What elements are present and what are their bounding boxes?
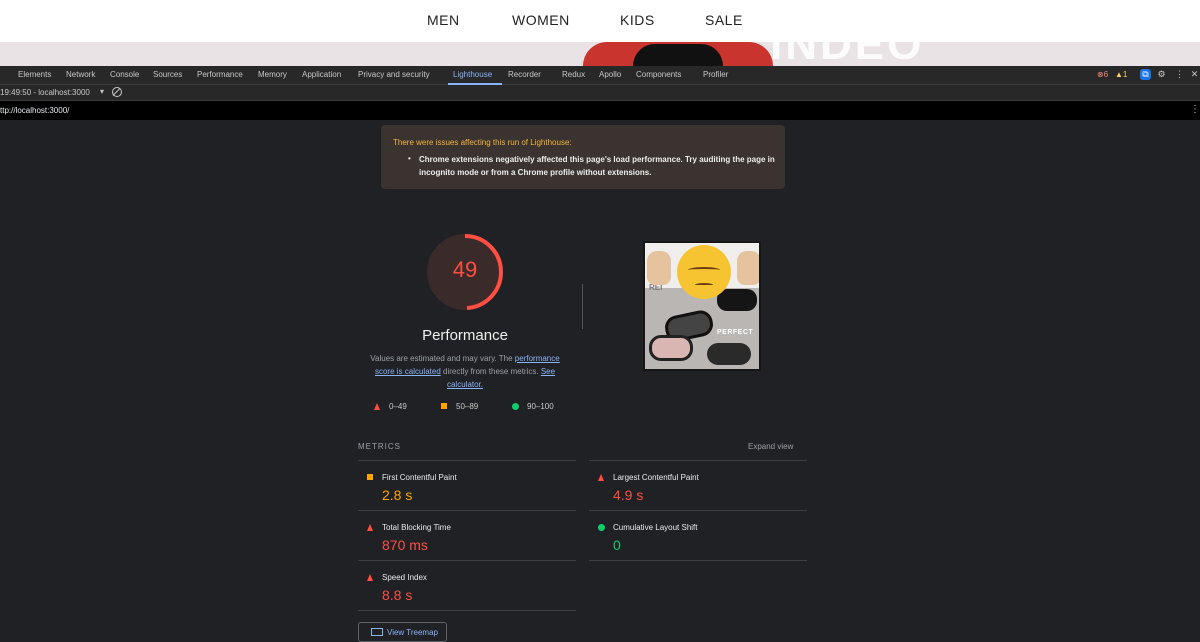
metric-speed-index: Speed Index 8.8 s [358, 562, 576, 612]
nav-link-women[interactable]: WOMEN [512, 12, 570, 28]
triangle-icon [598, 474, 604, 481]
chevron-down-icon[interactable]: ▾ [100, 87, 104, 96]
metrics-divider [358, 610, 576, 611]
tab-elements[interactable]: Elements [18, 70, 51, 79]
tab-privacy-security[interactable]: Privacy and security [358, 70, 430, 79]
legend-label: 90–100 [527, 402, 554, 411]
tab-performance[interactable]: Performance [197, 70, 243, 79]
warning-count-badge[interactable]: ▲1 [1115, 70, 1127, 79]
square-icon [367, 474, 373, 480]
tab-apollo[interactable]: Apollo [599, 70, 621, 79]
devtools-tab-bar: Elements Network Console Sources Perform… [0, 66, 1200, 85]
report-selector[interactable]: 19:49:50 - localhost:3000 [0, 88, 90, 97]
circle-icon [598, 524, 605, 531]
square-icon [441, 403, 447, 409]
thumbnail-brand-text: PERFECT [717, 329, 754, 336]
metric-value: 8.8 s [382, 587, 413, 603]
bullet-icon: • [408, 154, 411, 163]
vertical-divider [582, 284, 583, 329]
warning-item: Chrome extensions negatively affected th… [419, 155, 775, 177]
legend-label: 50–89 [456, 402, 479, 411]
desc-text-1: Values are estimated and may vary. The [370, 354, 513, 363]
metric-tbt: Total Blocking Time 870 ms [358, 512, 576, 562]
raised-hand-icon [737, 251, 759, 285]
metric-cls: Cumulative Layout Shift 0 [589, 512, 807, 562]
hero-banner: INDEO [0, 42, 1200, 66]
sunglasses-image [649, 335, 693, 361]
face-eyes [688, 267, 720, 273]
more-menu-icon[interactable]: ⋮ [1174, 69, 1185, 80]
desc-text-2: directly from these metrics. [443, 367, 539, 376]
performance-title: Performance [422, 327, 508, 344]
tab-redux[interactable]: Redux [562, 70, 585, 79]
warning-title: There were issues affecting this run of … [393, 138, 572, 147]
extension-icon[interactable]: ⧉ [1140, 69, 1151, 80]
tab-profiler[interactable]: Profiler [703, 70, 728, 79]
metrics-divider [589, 510, 807, 511]
metrics-header: METRICS [358, 442, 401, 451]
metric-value: 870 ms [382, 537, 428, 553]
treemap-icon [371, 628, 383, 636]
warning-box: There were issues affecting this run of … [381, 125, 785, 189]
lighthouse-toolbar: 19:49:50 - localhost:3000 ▾ [0, 85, 1200, 101]
metric-value: 2.8 s [382, 487, 413, 503]
face-mouth [695, 283, 713, 287]
sunglasses-image [707, 343, 751, 365]
metric-value: 4.9 s [613, 487, 644, 503]
error-count-badge[interactable]: ⊗6 [1097, 70, 1108, 79]
close-icon[interactable]: ✕ [1189, 69, 1200, 80]
hero-text: INDEO [770, 42, 924, 66]
performance-score: 49 [452, 257, 478, 282]
nav-link-kids[interactable]: KIDS [620, 12, 655, 28]
tab-console[interactable]: Console [110, 70, 139, 79]
metric-name: Total Blocking Time [382, 523, 451, 532]
site-nav: MEN WOMEN KIDS SALE [0, 0, 1200, 42]
triangle-icon [374, 403, 380, 410]
report-url-bar: ttp://localhost:3000/ ⋮ [0, 101, 1200, 120]
metric-name: Largest Contentful Paint [613, 473, 699, 482]
score-description: Values are estimated and may vary. The p… [362, 352, 568, 391]
tab-lighthouse[interactable]: Lighthouse [453, 70, 492, 79]
triangle-icon [367, 524, 373, 531]
view-treemap-button[interactable]: View Treemap [358, 622, 447, 642]
clear-reports-icon[interactable] [112, 87, 122, 97]
sunglasses-image [717, 289, 757, 311]
raised-hand-icon [647, 251, 671, 285]
metrics-divider [358, 460, 576, 461]
triangle-icon [367, 574, 373, 581]
warning-count: 1 [1122, 70, 1128, 79]
nav-link-sale[interactable]: SALE [705, 12, 743, 28]
metrics-divider [589, 460, 807, 461]
nav-link-men[interactable]: MEN [427, 12, 460, 28]
tab-application[interactable]: Application [302, 70, 341, 79]
metrics-divider [358, 510, 576, 511]
metric-lcp: Largest Contentful Paint 4.9 s [589, 462, 807, 512]
metric-name: First Contentful Paint [382, 473, 457, 482]
legend-label: 0–49 [389, 402, 407, 411]
treemap-label: View Treemap [387, 628, 438, 637]
relieved-face-icon [677, 245, 731, 299]
metric-value: 0 [613, 537, 621, 553]
gear-icon[interactable]: ⚙ [1156, 69, 1167, 80]
metric-fcp: First Contentful Paint 2.8 s [358, 462, 576, 512]
metric-name: Cumulative Layout Shift [613, 523, 698, 532]
hero-image [583, 42, 773, 66]
tab-network[interactable]: Network [66, 70, 95, 79]
metric-name: Speed Index [382, 573, 427, 582]
tab-components[interactable]: Components [636, 70, 681, 79]
report-url[interactable]: ttp://localhost:3000/ [0, 106, 69, 115]
tab-recorder[interactable]: Recorder [508, 70, 541, 79]
circle-icon [512, 403, 519, 410]
metrics-divider [358, 560, 576, 561]
metrics-divider [589, 560, 807, 561]
error-count: 6 [1103, 70, 1109, 79]
tab-sources[interactable]: Sources [153, 70, 182, 79]
final-screenshot-thumbnail[interactable]: REI PERFECT [643, 241, 761, 371]
expand-view-button[interactable]: Expand view [748, 442, 793, 451]
tab-memory[interactable]: Memory [258, 70, 287, 79]
report-menu-icon[interactable]: ⋮ [1190, 104, 1200, 115]
